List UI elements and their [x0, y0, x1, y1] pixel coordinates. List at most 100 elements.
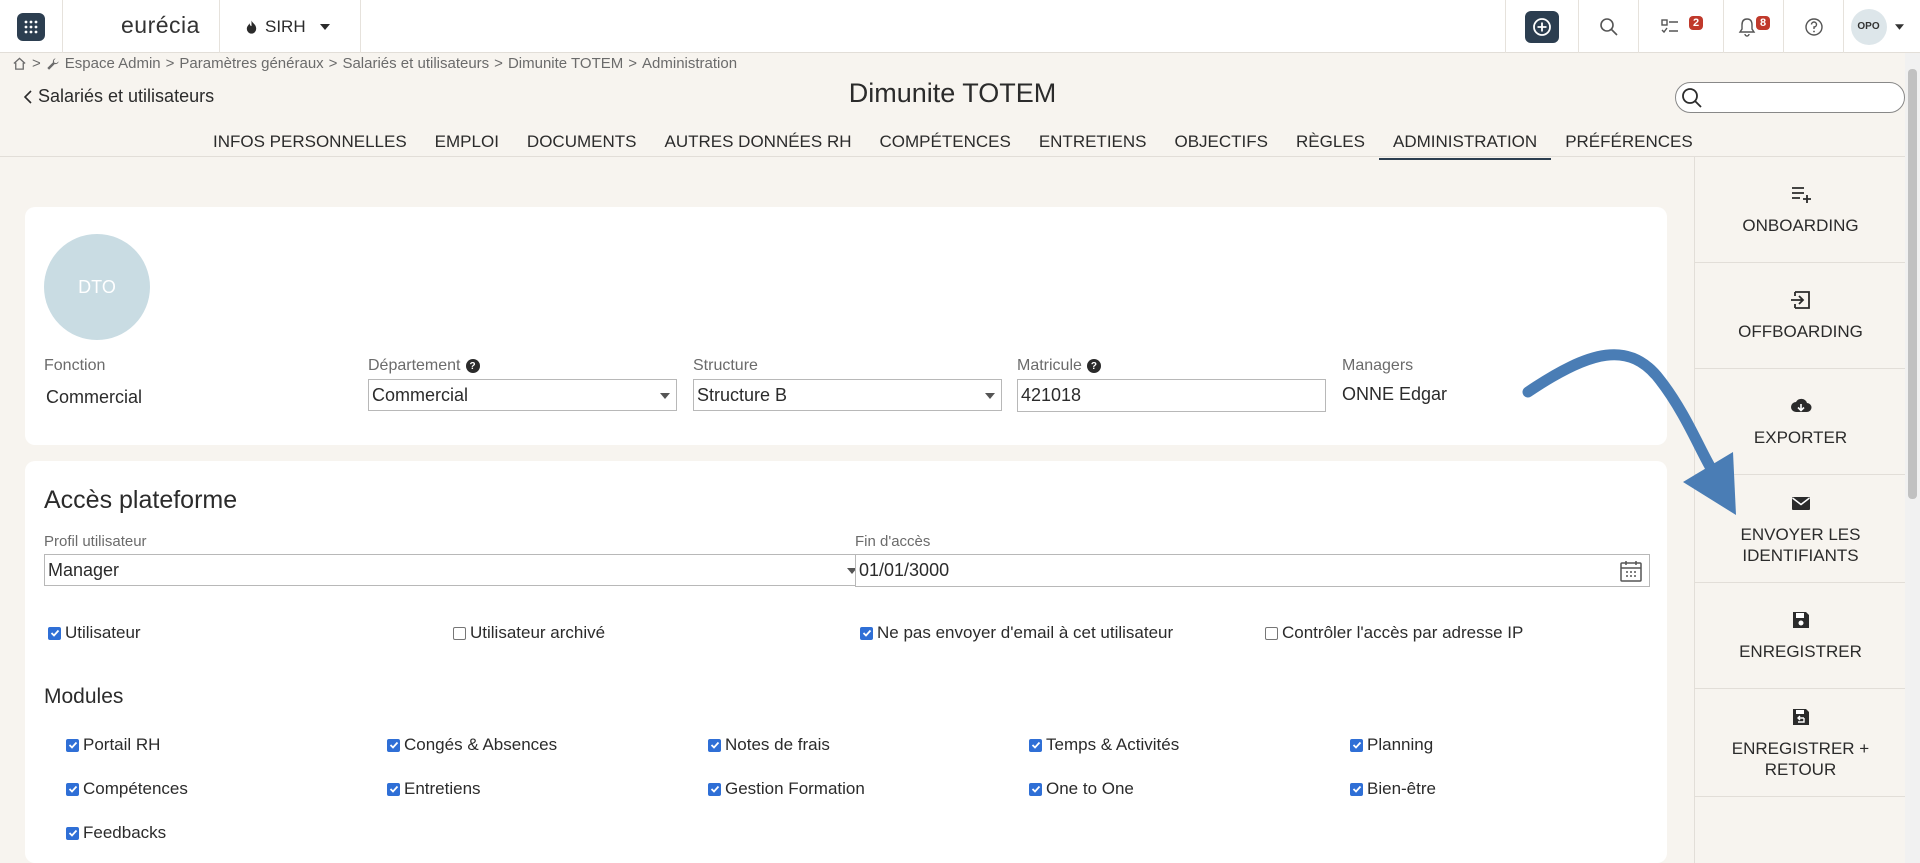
- utilisateur-archive-checkbox[interactable]: Utilisateur archivé: [453, 623, 605, 643]
- breadcrumb-separator: >: [32, 55, 41, 72]
- module-gestion-formation[interactable]: Gestion Formation: [708, 779, 865, 799]
- divider: [219, 0, 220, 53]
- checkbox-label: Gestion Formation: [725, 779, 865, 798]
- departement-value: Commercial: [372, 385, 469, 405]
- floppy-return-icon: [1792, 708, 1809, 725]
- apps-grid-button[interactable]: [17, 13, 45, 41]
- module-competences[interactable]: Compétences: [66, 779, 188, 799]
- offboarding-button[interactable]: OFFBOARDING: [1695, 263, 1906, 369]
- checkbox-checked[interactable]: [860, 626, 873, 640]
- ip-control-checkbox[interactable]: Contrôler l'accès par adresse IP: [1265, 623, 1523, 643]
- managers-value[interactable]: ONNE Edgar: [1342, 384, 1447, 405]
- employee-avatar[interactable]: DTO: [44, 234, 150, 340]
- breadcrumb-item[interactable]: Salariés et utilisateurs: [342, 55, 489, 72]
- checkbox-checked[interactable]: [387, 782, 400, 796]
- chevron-down-icon: [985, 393, 995, 399]
- quick-add-button[interactable]: [1505, 0, 1578, 53]
- grid-icon: [24, 20, 38, 34]
- checkbox-checked[interactable]: [48, 626, 61, 640]
- checkbox-label: Compétences: [83, 779, 188, 798]
- checkbox-checked[interactable]: [66, 782, 79, 796]
- module-planning[interactable]: Planning: [1350, 735, 1433, 755]
- onboarding-button[interactable]: ONBOARDING: [1695, 157, 1906, 263]
- checkbox-checked[interactable]: [1029, 738, 1042, 752]
- access-card: Accès plateforme Profil utilisateur Mana…: [25, 461, 1667, 863]
- question-icon: [1804, 17, 1823, 36]
- departement-label-text: Département: [368, 357, 461, 374]
- help-icon[interactable]: ?: [465, 359, 480, 373]
- module-temps-activites[interactable]: Temps & Activités: [1029, 735, 1179, 755]
- module-portail-rh[interactable]: Portail RH: [66, 735, 160, 755]
- checkbox-checked[interactable]: [708, 782, 721, 796]
- checkbox-checked[interactable]: [1350, 738, 1363, 752]
- checkbox-checked[interactable]: [708, 738, 721, 752]
- notifications-button[interactable]: 8: [1723, 0, 1783, 53]
- breadcrumb-separator: >: [165, 55, 175, 72]
- checkbox-checked[interactable]: [66, 826, 79, 840]
- breadcrumb-item[interactable]: Paramètres généraux: [179, 55, 323, 72]
- top-right-tools: 2 8 OPO: [1505, 0, 1920, 53]
- structure-select[interactable]: Structure B: [693, 379, 1002, 411]
- checkbox-label: Notes de frais: [725, 735, 830, 754]
- departement-label: Département ?: [368, 357, 480, 375]
- chevron-down-icon: [319, 24, 330, 30]
- divider: [360, 0, 361, 53]
- home-icon[interactable]: [12, 56, 27, 71]
- eurecia-logo[interactable]: eurécia: [121, 12, 200, 39]
- profil-label: Profil utilisateur: [44, 533, 147, 550]
- managers-label: Managers: [1342, 357, 1413, 375]
- module-entretiens[interactable]: Entretiens: [387, 779, 481, 799]
- cloud-download-icon: [1790, 398, 1811, 412]
- matricule-input[interactable]: 421018: [1017, 379, 1326, 412]
- breadcrumb-separator: >: [328, 55, 338, 72]
- checkbox-checked[interactable]: [66, 738, 79, 752]
- departement-select[interactable]: Commercial: [368, 379, 677, 411]
- scrollbar-thumb[interactable]: [1908, 69, 1917, 499]
- structure-label: Structure: [693, 357, 758, 375]
- matricule-value: 421018: [1021, 385, 1082, 405]
- action-label: OFFBOARDING: [1738, 322, 1863, 341]
- module-one-to-one[interactable]: One to One: [1029, 779, 1134, 799]
- module-notes-de-frais[interactable]: Notes de frais: [708, 735, 830, 755]
- page-scrollbar[interactable]: [1905, 53, 1920, 863]
- bell-icon: [1738, 17, 1755, 37]
- action-label: ENREGISTRER + RETOUR: [1731, 738, 1870, 779]
- global-search-button[interactable]: [1578, 0, 1638, 53]
- no-email-checkbox[interactable]: Ne pas envoyer d'email à cet utilisateur: [860, 623, 1173, 643]
- module-switcher[interactable]: SIRH: [244, 17, 330, 37]
- matricule-label-text: Matricule: [1017, 357, 1082, 374]
- utilisateur-checkbox[interactable]: Utilisateur: [48, 623, 141, 643]
- divider: [62, 0, 63, 53]
- profil-select[interactable]: Manager: [44, 554, 864, 586]
- breadcrumb-item[interactable]: Dimunite TOTEM: [508, 55, 623, 72]
- search-input[interactable]: [1706, 87, 1896, 109]
- enregistrer-retour-button[interactable]: ENREGISTRER + RETOUR: [1695, 689, 1906, 797]
- tabs-divider: [0, 156, 1905, 157]
- checkbox-label: Ne pas envoyer d'email à cet utilisateur: [877, 623, 1174, 642]
- search-icon: [1682, 88, 1702, 108]
- help-button[interactable]: [1783, 0, 1843, 53]
- fin-acces-input[interactable]: 01/01/3000: [855, 554, 1650, 587]
- calendar-icon[interactable]: [1619, 559, 1643, 583]
- checkbox-unchecked[interactable]: [453, 626, 466, 640]
- module-conges-absences[interactable]: Congés & Absences: [387, 735, 557, 755]
- checkbox-checked[interactable]: [1350, 782, 1363, 796]
- tasks-button[interactable]: 2: [1638, 0, 1723, 53]
- fin-acces-value: 01/01/3000: [859, 560, 950, 580]
- checkbox-unchecked[interactable]: [1265, 626, 1278, 640]
- envoyer-identifiants-button[interactable]: ENVOYER LES IDENTIFIANTS: [1695, 475, 1906, 583]
- search-box: [1675, 82, 1905, 113]
- exporter-button[interactable]: EXPORTER: [1695, 369, 1906, 475]
- fonction-label-text: Fonction: [44, 357, 106, 374]
- checkbox-checked[interactable]: [1029, 782, 1042, 796]
- module-bien-etre[interactable]: Bien-être: [1350, 779, 1436, 799]
- checkbox-checked[interactable]: [387, 738, 400, 752]
- breadcrumb-item[interactable]: Espace Admin: [65, 55, 161, 72]
- envelope-icon: [1791, 496, 1810, 510]
- help-icon[interactable]: ?: [1086, 359, 1101, 373]
- module-feedbacks[interactable]: Feedbacks: [66, 823, 166, 843]
- user-menu[interactable]: OPO: [1843, 0, 1920, 53]
- wrench-icon: [47, 57, 59, 70]
- enregistrer-button[interactable]: ENREGISTRER: [1695, 583, 1906, 689]
- fonction-value: Commercial: [46, 387, 143, 407]
